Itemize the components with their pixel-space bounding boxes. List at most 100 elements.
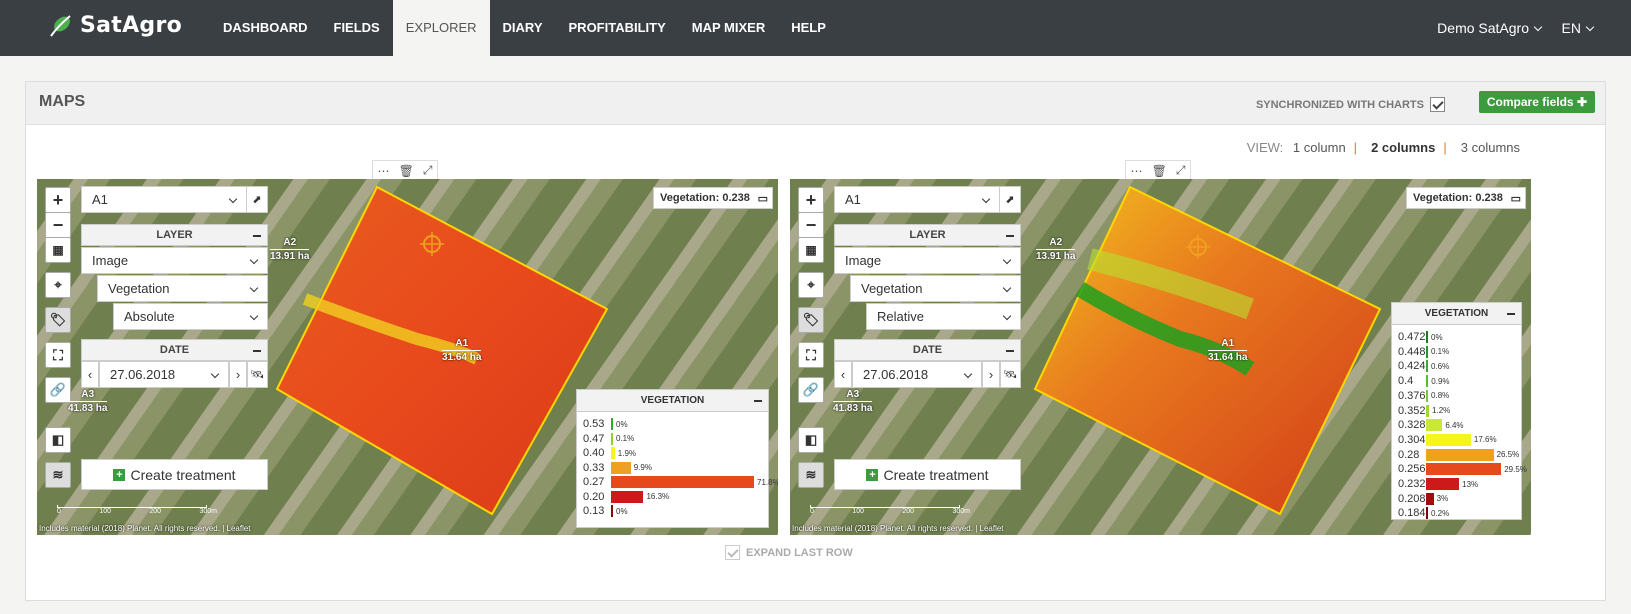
collapse-icon[interactable] bbox=[754, 400, 762, 402]
legend-title: VEGETATION bbox=[1424, 308, 1489, 319]
window-icon[interactable]: ▭ bbox=[758, 189, 768, 210]
map-attribution[interactable]: Includes material (2018) Planet. All rig… bbox=[39, 524, 251, 533]
grid-icon[interactable]: ▦ bbox=[45, 237, 71, 263]
map-panel-1[interactable]: + − ▦ ⌖ 🏷 ⛶ 🔗 ◧ ≋ A1 ⬈ LAYER Image Veget… bbox=[37, 179, 778, 535]
tag-icon[interactable]: 🏷 bbox=[45, 307, 71, 333]
legend-row: 0.424 0.6% bbox=[1398, 359, 1449, 373]
layer-type-select[interactable]: Image bbox=[834, 247, 1021, 274]
nav-map-mixer[interactable]: MAP MIXER bbox=[679, 0, 778, 56]
edit-icon: ⬈ bbox=[252, 194, 262, 206]
link-icon[interactable]: 🔗 bbox=[798, 377, 824, 403]
legend-row: 0.20 16.3% bbox=[583, 490, 669, 504]
legend-row: 0.328 6.4% bbox=[1398, 418, 1464, 432]
chevron-down-icon bbox=[1585, 22, 1595, 32]
date-prev-button[interactable]: ‹ bbox=[81, 361, 99, 388]
field-name: A2 bbox=[283, 237, 297, 248]
view-3-columns[interactable]: 3 columns bbox=[1461, 140, 1520, 155]
satellite-button[interactable]: 🛰 bbox=[247, 361, 268, 388]
nav-fields[interactable]: FIELDS bbox=[321, 0, 393, 56]
create-treatment-label: Create treatment bbox=[883, 466, 989, 483]
compare-fields-button[interactable]: Compare fields ✚ bbox=[1478, 91, 1595, 113]
collapse-icon[interactable] bbox=[1507, 313, 1515, 315]
collapse-icon[interactable] bbox=[253, 235, 261, 237]
layer-box-header: LAYER bbox=[834, 224, 1021, 246]
view-separator: | bbox=[1443, 140, 1447, 155]
legend-value: 0.4 bbox=[1398, 375, 1414, 388]
expand-checkbox[interactable] bbox=[725, 545, 740, 560]
layer-index-select[interactable]: Vegetation bbox=[97, 275, 268, 302]
create-treatment-button[interactable]: + Create treatment bbox=[81, 459, 268, 490]
nav-diary[interactable]: DIARY bbox=[490, 0, 556, 56]
edit-field-button[interactable]: ⬈ bbox=[999, 186, 1021, 213]
date-select[interactable]: 27.06.2018 bbox=[99, 361, 229, 388]
legend-bar bbox=[1426, 375, 1429, 388]
zoom-in-button[interactable]: + bbox=[798, 187, 824, 213]
window-icon[interactable]: ▭ bbox=[1511, 189, 1521, 210]
expand-icon[interactable]: ⤢ bbox=[1176, 163, 1186, 178]
trash-icon[interactable]: 🗑 bbox=[399, 164, 414, 178]
date-box-header: DATE bbox=[834, 339, 1021, 361]
more-icon[interactable]: ⋯ bbox=[1131, 164, 1143, 178]
legend-bar bbox=[611, 461, 631, 474]
expand-icon[interactable]: ⤢ bbox=[423, 163, 433, 178]
collapse-icon[interactable] bbox=[1006, 350, 1014, 352]
sync-label: SYNCHRONIZED WITH CHARTS bbox=[1255, 98, 1424, 111]
date-next-button[interactable]: › bbox=[229, 361, 247, 388]
vegetation-legend: VEGETATION 0.472 0% 0.448 0.1% 0.424 0.6% 0.4 0… bbox=[1391, 302, 1527, 520]
layer-mode-select[interactable]: Relative bbox=[866, 303, 1021, 330]
date-prev-button[interactable]: ‹ bbox=[834, 361, 852, 388]
field-select[interactable]: A1 bbox=[81, 186, 247, 213]
view-1-column[interactable]: 1 column bbox=[1293, 140, 1346, 155]
map-panel-2[interactable]: + − ▦ ⌖ 🏷 ⛶ 🔗 ◧ ≋ A1 ⬈ LAYER Image Veget… bbox=[790, 179, 1531, 535]
fullscreen-icon[interactable]: ⛶ bbox=[45, 342, 71, 368]
nav-profitability[interactable]: PROFITABILITY bbox=[556, 0, 679, 56]
grid-icon[interactable]: ▦ bbox=[798, 237, 824, 263]
layers-icon[interactable]: ≋ bbox=[45, 462, 71, 488]
field-label-a3: A3 41.83 ha bbox=[68, 389, 108, 414]
logo[interactable]: SatAgro bbox=[48, 12, 182, 38]
top-navbar: SatAgro DASHBOARD FIELDS EXPLORER DIARY … bbox=[0, 0, 1631, 56]
location-pin-icon[interactable]: ⌖ bbox=[798, 272, 824, 298]
satellite-button[interactable]: 🛰 bbox=[1000, 361, 1021, 388]
create-treatment-button[interactable]: + Create treatment bbox=[834, 459, 1021, 490]
collapse-icon[interactable] bbox=[253, 350, 261, 352]
field-select[interactable]: A1 bbox=[834, 186, 1000, 213]
view-2-columns[interactable]: 2 columns bbox=[1371, 140, 1435, 155]
legend-row: 0.53 0% bbox=[583, 417, 628, 431]
location-pin-icon[interactable]: ⌖ bbox=[45, 272, 71, 298]
date-next-button[interactable]: › bbox=[982, 361, 1000, 388]
collapse-icon[interactable] bbox=[1006, 235, 1014, 237]
user-menu[interactable]: Demo SatAgro bbox=[1437, 0, 1543, 56]
date-title: DATE bbox=[159, 344, 190, 356]
date-title: DATE bbox=[912, 344, 943, 356]
nav-dashboard[interactable]: DASHBOARD bbox=[210, 0, 321, 56]
frame-icon[interactable]: ◧ bbox=[45, 427, 71, 453]
fullscreen-icon[interactable]: ⛶ bbox=[798, 342, 824, 368]
sync-checkbox[interactable] bbox=[1430, 97, 1445, 112]
layer-mode-value: Relative bbox=[877, 309, 924, 324]
zoom-out-button[interactable]: − bbox=[45, 212, 71, 238]
map-attribution[interactable]: Includes material (2018) Planet. All rig… bbox=[792, 524, 1004, 533]
vegetation-indicator: Vegetation: 0.238 ▭ bbox=[653, 187, 773, 209]
logo-text: SatAgro bbox=[80, 12, 183, 38]
layer-type-select[interactable]: Image bbox=[81, 247, 268, 274]
zoom-in-button[interactable]: + bbox=[45, 187, 71, 213]
layers-icon[interactable]: ≋ bbox=[798, 462, 824, 488]
layer-mode-select[interactable]: Absolute bbox=[113, 303, 268, 330]
legend-percent: 9.9% bbox=[633, 463, 652, 472]
more-icon[interactable]: ⋯ bbox=[378, 164, 390, 178]
chevron-down-icon bbox=[249, 283, 259, 293]
trash-icon[interactable]: 🗑 bbox=[1152, 164, 1167, 178]
date-select[interactable]: 27.06.2018 bbox=[852, 361, 982, 388]
nav-help[interactable]: HELP bbox=[778, 0, 839, 56]
language-menu[interactable]: EN bbox=[1562, 0, 1595, 56]
frame-icon[interactable]: ◧ bbox=[798, 427, 824, 453]
nav-explorer[interactable]: EXPLORER bbox=[392, 0, 490, 56]
layer-index-select[interactable]: Vegetation bbox=[850, 275, 1021, 302]
tag-icon[interactable]: 🏷 bbox=[798, 307, 824, 333]
expand-last-row[interactable]: EXPAND LAST ROW bbox=[725, 545, 853, 560]
edit-field-button[interactable]: ⬈ bbox=[246, 186, 268, 213]
zoom-out-button[interactable]: − bbox=[798, 212, 824, 238]
field-label-a1: A1 31.64 ha bbox=[1208, 338, 1248, 363]
leaf-logo-icon bbox=[50, 15, 71, 37]
